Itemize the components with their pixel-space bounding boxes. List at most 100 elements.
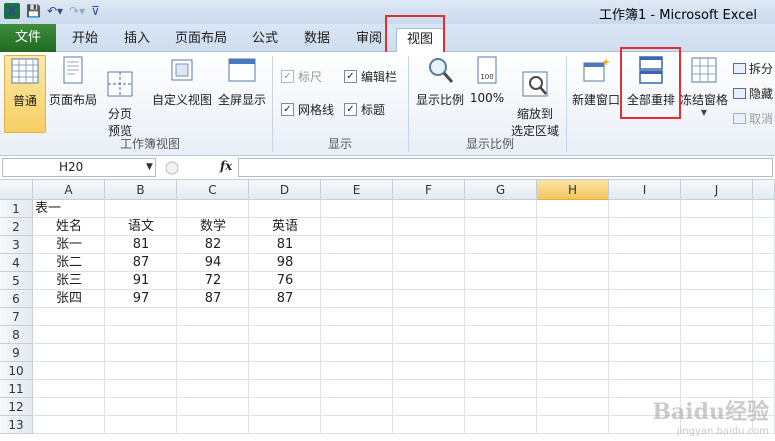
grid-cell[interactable] bbox=[321, 272, 393, 290]
grid-cell[interactable] bbox=[33, 362, 105, 380]
row-header[interactable]: 3 bbox=[0, 236, 33, 254]
grid-cell[interactable] bbox=[177, 200, 249, 218]
table-cell[interactable]: 87 bbox=[177, 290, 249, 308]
grid-cell[interactable] bbox=[105, 416, 177, 434]
table-cell[interactable]: 87 bbox=[249, 290, 321, 308]
grid-cell[interactable] bbox=[753, 308, 775, 326]
grid-cell[interactable] bbox=[537, 380, 609, 398]
grid-cell[interactable] bbox=[177, 398, 249, 416]
grid-cell[interactable] bbox=[393, 416, 465, 434]
grid-cell[interactable] bbox=[105, 380, 177, 398]
grid-cell[interactable] bbox=[177, 380, 249, 398]
tab-data[interactable]: 数据 bbox=[294, 28, 340, 52]
table-cell[interactable]: 72 bbox=[177, 272, 249, 290]
tab-insert[interactable]: 插入 bbox=[114, 28, 160, 52]
grid-cell[interactable] bbox=[321, 218, 393, 236]
tab-home[interactable]: 开始 bbox=[62, 28, 108, 52]
redo-icon[interactable]: ↷▾ bbox=[69, 4, 85, 18]
table-cell[interactable]: 76 bbox=[249, 272, 321, 290]
grid-cell[interactable] bbox=[321, 254, 393, 272]
grid-cell[interactable] bbox=[753, 218, 775, 236]
grid-cell[interactable] bbox=[681, 308, 753, 326]
grid-cell[interactable] bbox=[537, 254, 609, 272]
grid-cell[interactable] bbox=[465, 398, 537, 416]
grid-cell[interactable] bbox=[33, 326, 105, 344]
grid-cell[interactable] bbox=[609, 344, 681, 362]
grid-cell[interactable] bbox=[249, 308, 321, 326]
grid-cell[interactable] bbox=[681, 362, 753, 380]
table-cell[interactable]: 张四 bbox=[33, 290, 105, 308]
row-header[interactable]: 8 bbox=[0, 326, 33, 344]
hide-button[interactable]: 隐藏 bbox=[733, 85, 773, 102]
grid-cell[interactable] bbox=[177, 362, 249, 380]
grid-cell[interactable] bbox=[681, 272, 753, 290]
grid-cell[interactable] bbox=[753, 200, 775, 218]
headings-checkbox[interactable]: ✓ 标题 bbox=[344, 101, 385, 118]
zoom-button[interactable]: 显示比例 bbox=[413, 55, 467, 133]
grid-cell[interactable] bbox=[393, 236, 465, 254]
grid-cell[interactable] bbox=[681, 290, 753, 308]
grid-cell[interactable] bbox=[321, 362, 393, 380]
grid-cell[interactable] bbox=[249, 380, 321, 398]
grid-cell[interactable] bbox=[681, 344, 753, 362]
tab-page-layout[interactable]: 页面布局 bbox=[166, 28, 236, 52]
grid-cell[interactable] bbox=[321, 290, 393, 308]
formula-input[interactable] bbox=[238, 158, 773, 177]
grid-cell[interactable] bbox=[33, 308, 105, 326]
column-header[interactable]: J bbox=[681, 180, 753, 200]
grid-cell[interactable] bbox=[465, 326, 537, 344]
table-cell[interactable]: 张三 bbox=[33, 272, 105, 290]
ruler-checkbox[interactable]: ✓ 标尺 bbox=[281, 68, 322, 85]
grid-cell[interactable] bbox=[753, 254, 775, 272]
grid-cell[interactable] bbox=[537, 326, 609, 344]
grid-cell[interactable] bbox=[321, 416, 393, 434]
select-all-corner[interactable] bbox=[0, 180, 33, 200]
row-header[interactable]: 10 bbox=[0, 362, 33, 380]
grid-cell[interactable] bbox=[393, 362, 465, 380]
column-header[interactable]: C bbox=[177, 180, 249, 200]
name-box[interactable]: H20 bbox=[2, 158, 156, 177]
full-screen-button[interactable]: 全屏显示 bbox=[216, 55, 268, 133]
grid-cell[interactable] bbox=[537, 290, 609, 308]
table-cell[interactable]: 81 bbox=[105, 236, 177, 254]
grid-cell[interactable] bbox=[393, 290, 465, 308]
grid-cell[interactable] bbox=[105, 344, 177, 362]
gridlines-checkbox[interactable]: ✓ 网格线 bbox=[281, 101, 334, 118]
new-window-button[interactable]: 新建窗口 bbox=[570, 55, 622, 133]
grid-cell[interactable] bbox=[753, 362, 775, 380]
freeze-panes-button[interactable]: 冻结窗格 ▼ bbox=[680, 55, 728, 133]
save-icon[interactable]: 💾 bbox=[26, 4, 41, 18]
grid-cell[interactable] bbox=[465, 416, 537, 434]
grid-cell[interactable] bbox=[537, 398, 609, 416]
row-header[interactable]: 6 bbox=[0, 290, 33, 308]
grid-cell[interactable] bbox=[321, 236, 393, 254]
page-layout-view-button[interactable]: 页面布局 bbox=[48, 55, 98, 133]
customize-qat-icon[interactable]: ⊽ bbox=[91, 4, 100, 18]
column-header[interactable]: G bbox=[465, 180, 537, 200]
grid-cell[interactable] bbox=[249, 326, 321, 344]
grid-cell[interactable] bbox=[393, 326, 465, 344]
grid-cell[interactable] bbox=[465, 308, 537, 326]
grid-cell[interactable] bbox=[321, 344, 393, 362]
grid-cell[interactable] bbox=[537, 344, 609, 362]
row-header[interactable]: 12 bbox=[0, 398, 33, 416]
table-cell[interactable]: 张二 bbox=[33, 254, 105, 272]
grid-cell[interactable] bbox=[609, 308, 681, 326]
grid-cell[interactable] bbox=[177, 326, 249, 344]
cell-header-math[interactable]: 数学 bbox=[177, 218, 249, 236]
table-cell[interactable]: 94 bbox=[177, 254, 249, 272]
table-cell[interactable]: 82 bbox=[177, 236, 249, 254]
grid-cell[interactable] bbox=[393, 254, 465, 272]
grid-cell[interactable] bbox=[609, 272, 681, 290]
grid-cell[interactable] bbox=[249, 362, 321, 380]
grid-cell[interactable] bbox=[537, 200, 609, 218]
tab-file[interactable]: 文件 bbox=[0, 24, 56, 52]
normal-view-button[interactable]: 普通 bbox=[4, 55, 46, 133]
column-header[interactable]: F bbox=[393, 180, 465, 200]
grid-cell[interactable] bbox=[393, 344, 465, 362]
grid-cell[interactable] bbox=[105, 398, 177, 416]
table-cell[interactable]: 97 bbox=[105, 290, 177, 308]
row-header[interactable]: 7 bbox=[0, 308, 33, 326]
row-header[interactable]: 1 bbox=[0, 200, 33, 218]
column-header-active[interactable]: H bbox=[537, 180, 609, 200]
